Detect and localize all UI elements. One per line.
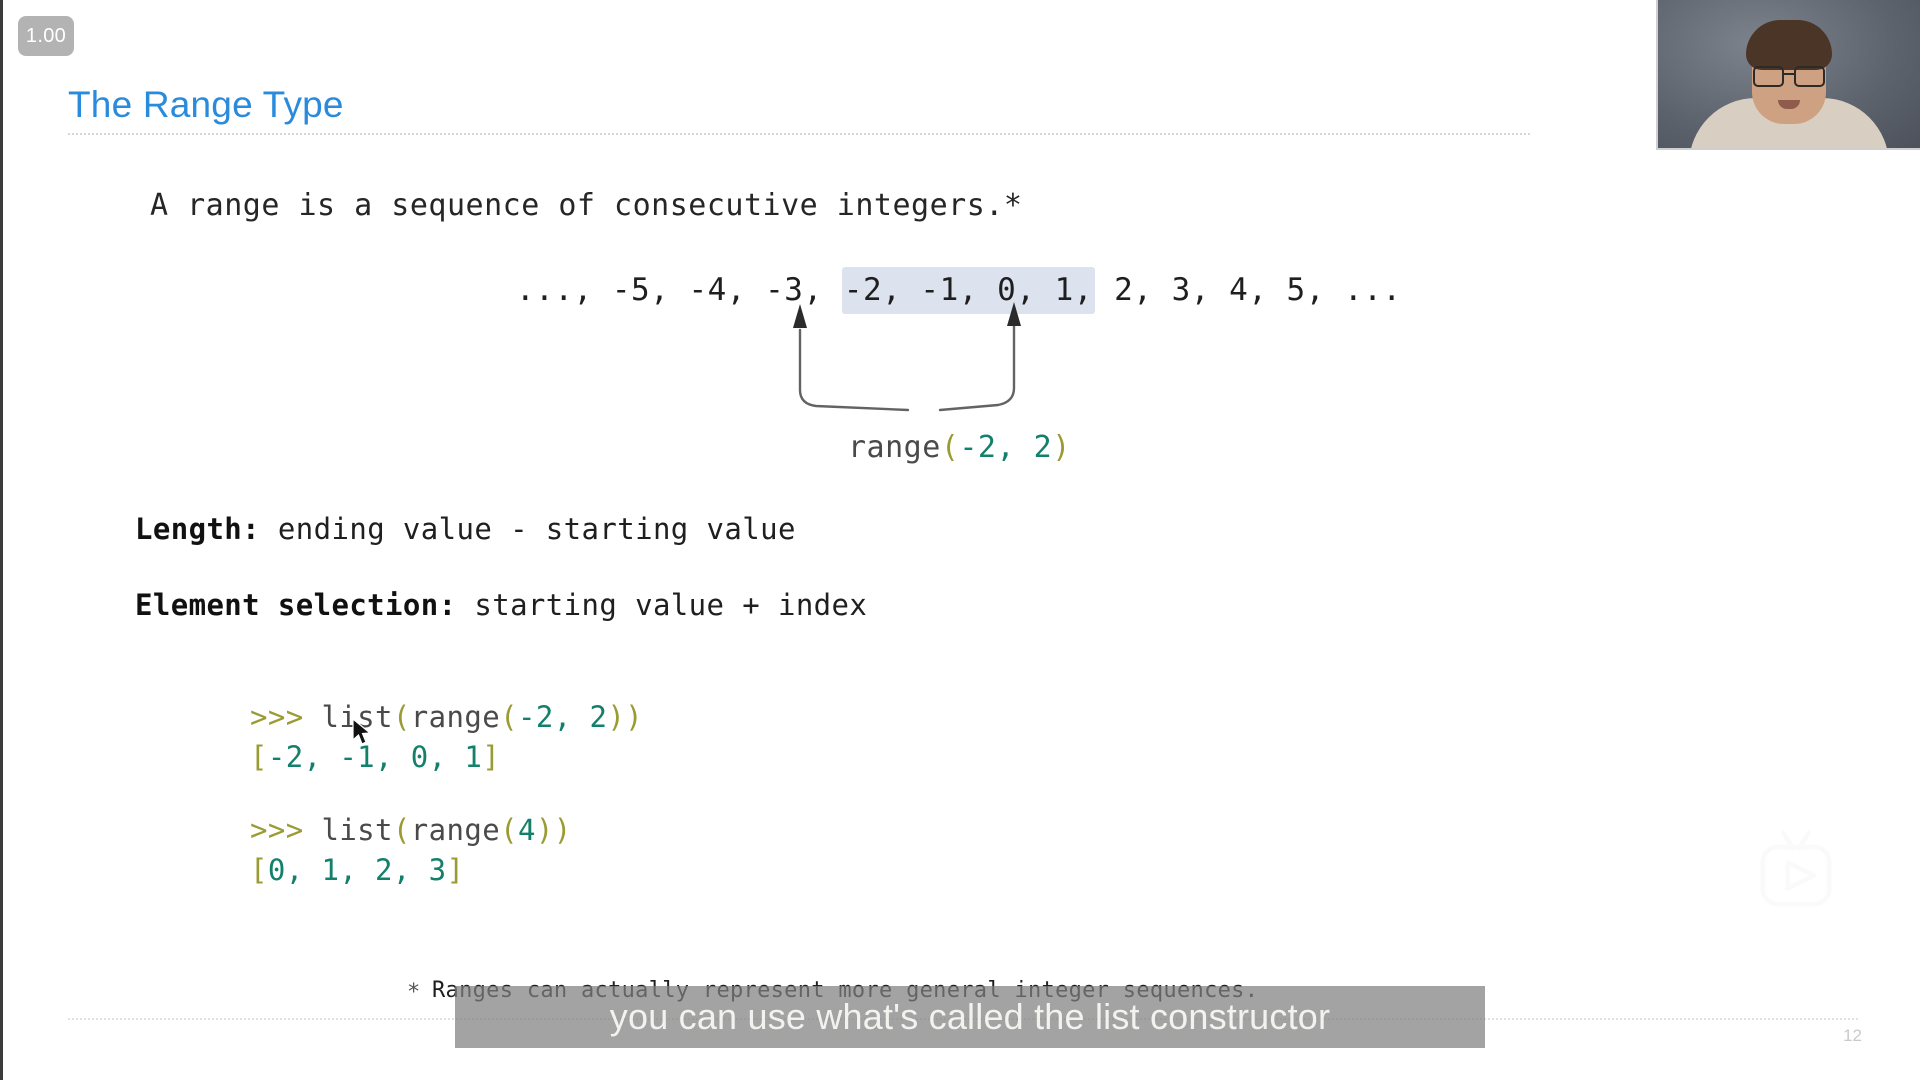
speaker-hair [1746,20,1832,70]
integer-sequence: ..., -5, -4, -3, -2, -1, 0, 1, 2, 3, 4, … [516,267,1402,314]
range-arg-start: -2 [959,430,997,465]
repl-close-parens: )) [607,700,644,734]
repl-open-paren: ( [392,700,411,734]
page-title: The Range Type [68,84,344,125]
repl-open-paren-2: ( [500,813,518,847]
title-divider [68,133,1530,135]
page-number: 12 [1843,1026,1862,1045]
caption-text: you can use what's called the list const… [609,996,1331,1037]
repl-block-2: >>> list(range(4)) [0, 1, 2, 3] [250,810,572,890]
slide-player: 1.00 The Range Type A range is a sequenc… [0,0,1920,1080]
repl-open-paren: ( [392,813,411,847]
tv-play-icon [1760,830,1832,907]
range-call-label: range(-2, 2) [848,430,1071,465]
range-open-paren: ( [940,430,960,465]
repl-close-parens: )) [535,813,572,847]
footnote-marker: * [407,980,421,1005]
range-fn-name: range [848,430,941,465]
repl-arg-1: 4 [517,813,536,847]
repl-output-line: [-2, -1, 0, 1] [250,737,643,777]
range-arg-separator: , [996,430,1034,465]
repl-output-line: [0, 1, 2, 3] [250,850,572,890]
repl-block-1: >>> list(range(-2, 2)) [-2, -1, 0, 1] [250,697,643,777]
range-arg-end: 2 [1033,430,1053,465]
glasses-lens-left [1753,66,1784,87]
repl-prompt: >>> [250,813,322,847]
sequence-highlight: -2, -1, 0, 1, [841,267,1095,314]
length-definition: Length: ending value - starting value [135,512,796,546]
repl-input-line: >>> list(range(-2, 2)) [250,697,643,737]
repl-range-fn: range [410,813,501,847]
repl-open-paren-2: ( [500,700,518,734]
repl-range-fn: range [410,700,501,734]
repl-output-close-bracket: ] [446,853,465,887]
definition-sentence: A range is a sequence of consecutive int… [150,188,1023,223]
playback-speed-badge[interactable]: 1.00 [18,16,74,56]
repl-prompt: >>> [250,700,322,734]
element-selection-label: Element selection: [135,588,457,622]
repl-arg-comma: , [553,700,590,734]
repl-arg-2: 2 [589,700,608,734]
repl-output-values: -2, -1, 0, 1 [267,740,483,774]
webcam-video[interactable] [1656,0,1920,150]
speaker-glasses [1753,66,1825,87]
mouse-cursor [352,718,372,745]
repl-output-open-bracket: [ [250,740,268,774]
repl-list-fn: list [321,813,393,847]
repl-output-values: 0, 1, 2, 3 [267,853,447,887]
element-selection-value: starting value + index [456,588,868,622]
repl-input-line: >>> list(range(4)) [250,810,572,850]
sequence-suffix: 2, 3, 4, 5, ... [1094,272,1402,308]
range-close-paren: ) [1052,430,1071,465]
glasses-lens-right [1794,66,1825,87]
repl-output-open-bracket: [ [250,853,268,887]
range-bounds-arrows [793,302,1021,412]
length-label: Length: [135,512,261,546]
repl-arg-1: -2 [517,700,554,734]
caption-overlay: you can use what's called the list const… [455,986,1485,1048]
length-value: ending value - starting value [260,512,796,546]
left-edge-strip [0,0,3,1080]
repl-output-close-bracket: ] [482,740,501,774]
element-selection-definition: Element selection: starting value + inde… [135,588,867,622]
sequence-prefix: ..., -5, -4, -3, [516,272,842,308]
